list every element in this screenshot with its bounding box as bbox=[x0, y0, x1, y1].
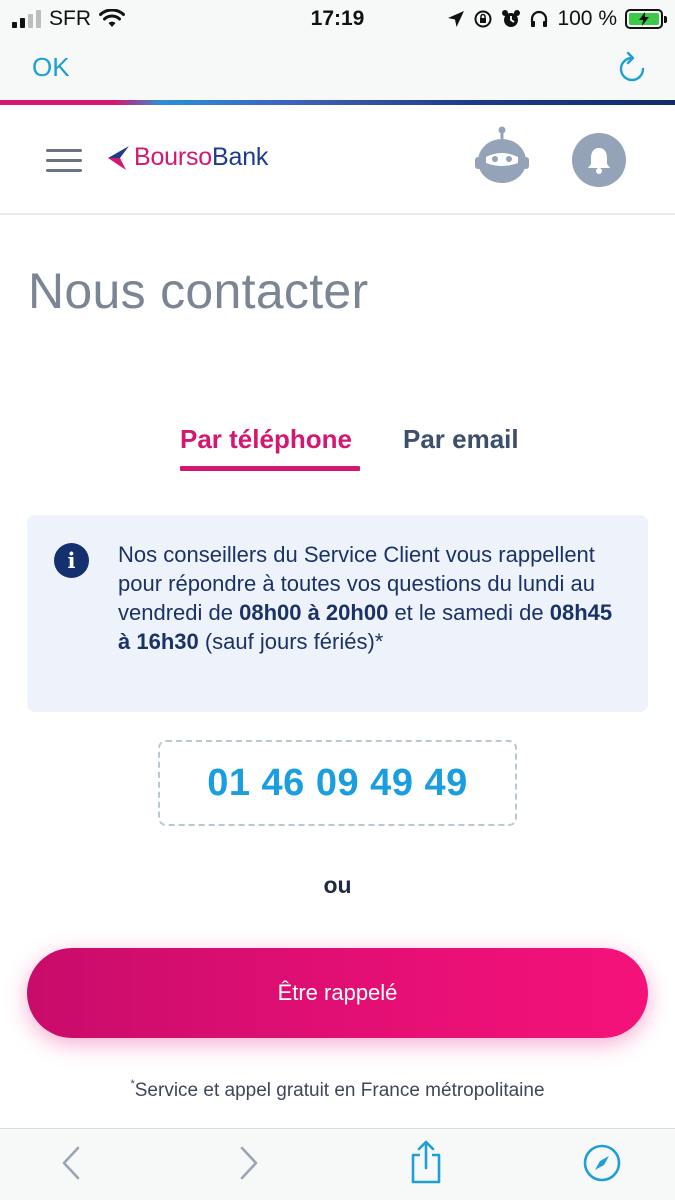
status-bar: SFR 17:19 100 % bbox=[0, 0, 675, 38]
page-title: Nous contacter bbox=[28, 263, 369, 319]
reload-button[interactable] bbox=[617, 50, 647, 89]
reload-icon bbox=[619, 51, 645, 82]
tab-phone[interactable]: Par téléphone bbox=[180, 424, 352, 455]
footnote: *Service et appel gratuit en France métr… bbox=[0, 1078, 675, 1102]
hamburger-line bbox=[46, 169, 82, 172]
phone-number-box[interactable]: 01 46 09 49 49 bbox=[158, 740, 517, 826]
robot-assistant-icon bbox=[475, 126, 529, 183]
alarm-icon bbox=[502, 10, 521, 27]
share-button[interactable] bbox=[408, 1139, 444, 1190]
chevron-right-icon bbox=[240, 1146, 258, 1180]
logo-bank: Bank bbox=[212, 143, 269, 171]
callback-label: Être rappelé bbox=[277, 980, 398, 1005]
share-icon bbox=[411, 1140, 441, 1184]
logo-text: BoursoBank bbox=[134, 143, 268, 172]
done-button[interactable]: OK bbox=[32, 52, 70, 83]
active-tab-underline bbox=[180, 466, 360, 471]
battery-icon bbox=[625, 9, 667, 29]
charging-bolt-icon bbox=[639, 12, 649, 26]
menu-button[interactable] bbox=[46, 149, 82, 173]
info-box: i Nos conseillers du Service Client vous… bbox=[27, 515, 648, 712]
forward-button[interactable] bbox=[236, 1143, 262, 1188]
status-right: 100 % bbox=[447, 6, 667, 32]
phone-number[interactable]: 01 46 09 49 49 bbox=[207, 762, 468, 805]
compass-icon bbox=[583, 1144, 621, 1182]
notifications-button[interactable] bbox=[572, 133, 626, 187]
or-separator: ou bbox=[323, 872, 352, 898]
callback-button[interactable]: Être rappelé bbox=[27, 948, 648, 1038]
info-text-part2: et le samedi de bbox=[388, 600, 550, 625]
hamburger-line bbox=[46, 159, 82, 162]
back-button[interactable] bbox=[58, 1143, 84, 1188]
browser-bottom-toolbar bbox=[0, 1128, 675, 1200]
logo-bourso: Bourso bbox=[134, 143, 213, 171]
hamburger-icon bbox=[46, 149, 82, 152]
headphones-icon bbox=[531, 10, 548, 27]
info-icon: i bbox=[54, 543, 89, 578]
weekday-hours: 08h00 à 20h00 bbox=[239, 600, 389, 625]
orientation-lock-icon bbox=[474, 10, 492, 28]
location-arrow-icon bbox=[448, 11, 465, 27]
logo-arrow-icon bbox=[108, 145, 129, 170]
footnote-text: Service et appel gratuit en France métro… bbox=[134, 1080, 545, 1101]
info-text: Nos conseillers du Service Client vous r… bbox=[118, 540, 628, 656]
footnote-star: * bbox=[130, 1078, 135, 1090]
tab-email[interactable]: Par email bbox=[403, 424, 519, 455]
battery-percent: 100 % bbox=[557, 7, 617, 30]
boursobank-logo[interactable]: BoursoBank bbox=[106, 143, 268, 172]
open-in-safari-button[interactable] bbox=[582, 1143, 622, 1188]
assistant-button[interactable] bbox=[474, 125, 530, 192]
app-header: BoursoBank bbox=[0, 105, 675, 215]
bell-icon bbox=[588, 148, 610, 174]
info-text-part3: (sauf jours fériés)* bbox=[198, 629, 384, 654]
chevron-left-icon bbox=[62, 1146, 80, 1180]
browser-toolbar: OK bbox=[0, 38, 675, 100]
